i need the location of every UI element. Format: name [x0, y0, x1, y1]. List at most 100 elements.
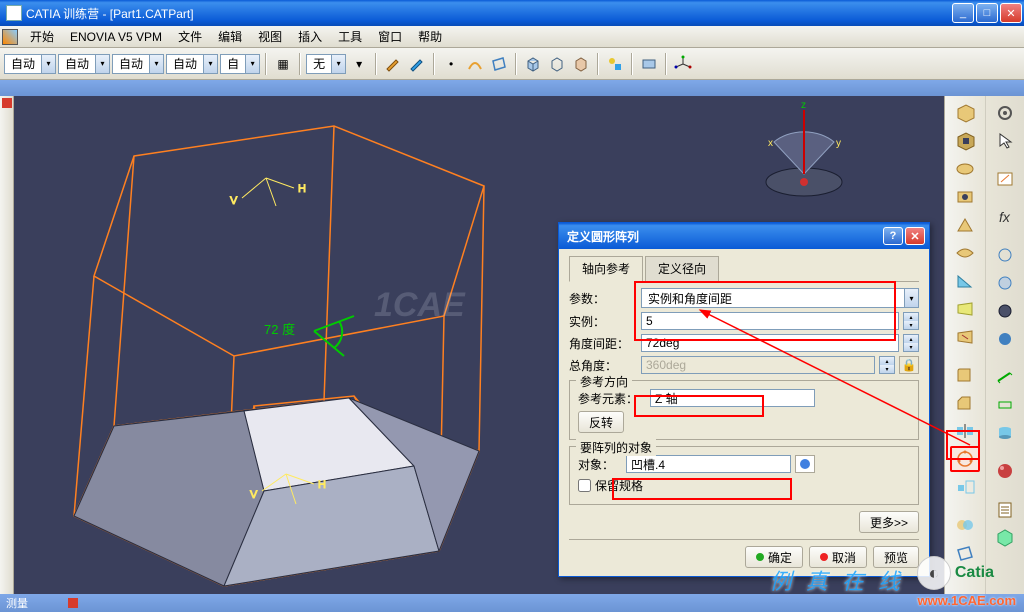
tool-hole[interactable]: [950, 184, 980, 210]
app-icon: [6, 5, 22, 21]
tool-multisection[interactable]: [950, 296, 980, 322]
box1-icon[interactable]: [522, 53, 544, 75]
combo-auto-1[interactable]: 自动▾: [4, 54, 56, 74]
instance-spinner[interactable]: ▴▾: [903, 312, 919, 330]
total-angle-label: 总角度：: [569, 357, 637, 374]
maximize-button[interactable]: □: [976, 3, 998, 23]
window-title: CATIA 训练营 - [Part1.CATPart]: [26, 5, 952, 22]
tool-select[interactable]: [990, 128, 1020, 154]
menu-start[interactable]: 开始: [22, 26, 62, 47]
keep-spec-checkbox[interactable]: [578, 479, 591, 492]
ref-elem-input[interactable]: [650, 389, 815, 407]
box2-icon[interactable]: [546, 53, 568, 75]
tool-gear[interactable]: [990, 100, 1020, 126]
menu-view[interactable]: 视图: [250, 26, 290, 47]
angle-spinner[interactable]: ▴▾: [903, 334, 919, 352]
total-angle-spinner: ▴▾: [879, 356, 895, 374]
mdi-spacer: [0, 80, 1024, 96]
window-titlebar: CATIA 训练营 - [Part1.CATPart] _ □ ✕: [0, 0, 1024, 26]
menu-help[interactable]: 帮助: [410, 26, 450, 47]
box3-icon[interactable]: [570, 53, 592, 75]
tab-radial-def[interactable]: 定义径向: [645, 256, 719, 282]
toolbar-dropdown-icon[interactable]: ▾: [348, 53, 370, 75]
svg-text:V: V: [250, 489, 258, 501]
menu-window[interactable]: 窗口: [370, 26, 410, 47]
tool-wireframe-view[interactable]: [990, 242, 1020, 268]
tool-material-view[interactable]: [990, 326, 1020, 352]
axis-sys-icon[interactable]: [672, 53, 694, 75]
tool-measure2[interactable]: [990, 392, 1020, 418]
tool-mirror[interactable]: [950, 418, 980, 444]
paint-icon[interactable]: [406, 53, 428, 75]
tool-box-green[interactable]: [990, 524, 1020, 550]
tool-hlr-view[interactable]: [990, 270, 1020, 296]
tool-cylinder[interactable]: [990, 420, 1020, 446]
tool-shaded-view[interactable]: [990, 298, 1020, 324]
object-picker-icon[interactable]: [795, 455, 815, 473]
circular-pattern-dialog: 定义圆形阵列 ? ✕ 轴向参考 定义径向 参数： 实例和角度间距▾ 实例： ▴▾…: [558, 222, 930, 577]
tool-pad[interactable]: [950, 100, 980, 126]
wechat-icon: ◐: [917, 556, 951, 590]
minimize-button[interactable]: _: [952, 3, 974, 23]
tab-axial-ref[interactable]: 轴向参考: [569, 256, 643, 282]
menu-tools[interactable]: 工具: [330, 26, 370, 47]
tool-catalog[interactable]: [990, 496, 1020, 522]
tool-scale[interactable]: [950, 474, 980, 500]
tool-fillet[interactable]: [950, 362, 980, 388]
tool-pocket[interactable]: [950, 128, 980, 154]
angle-label: 角度间距：: [569, 335, 637, 352]
rail-marker[interactable]: [2, 98, 12, 108]
svg-text:H: H: [298, 183, 306, 195]
ref-direction-group: 参考方向 参考元素： 反转: [569, 380, 919, 440]
status-marker[interactable]: [68, 598, 78, 608]
total-angle-lock-icon[interactable]: 🔒: [899, 356, 919, 374]
tool-shaft[interactable]: [950, 156, 980, 182]
tool-slot[interactable]: [950, 240, 980, 266]
tool-rib[interactable]: [950, 212, 980, 238]
tool-apply-material[interactable]: [990, 458, 1020, 484]
tool-stiffener[interactable]: [950, 268, 980, 294]
reverse-button[interactable]: 反转: [578, 411, 624, 433]
doc-icon: [2, 29, 18, 45]
dialog-help-button[interactable]: ?: [883, 227, 903, 245]
menu-edit[interactable]: 编辑: [210, 26, 250, 47]
svg-text:V: V: [230, 195, 238, 207]
tool-measure[interactable]: [990, 364, 1020, 390]
dialog-close-button[interactable]: ✕: [905, 227, 925, 245]
tool-boolean[interactable]: [950, 512, 980, 538]
compass[interactable]: z x y: [744, 102, 864, 202]
angle-input[interactable]: [641, 334, 899, 352]
tool-chamfer[interactable]: [950, 390, 980, 416]
dot-icon[interactable]: •: [440, 53, 462, 75]
plane-icon[interactable]: [488, 53, 510, 75]
status-bar: 测量: [0, 594, 1024, 612]
close-button[interactable]: ✕: [1000, 3, 1022, 23]
tool-removed-multi[interactable]: [950, 324, 980, 350]
brush-icon[interactable]: [382, 53, 404, 75]
menu-file[interactable]: 文件: [170, 26, 210, 47]
dialog-title: 定义圆形阵列: [563, 228, 881, 245]
tool-formula[interactable]: fx: [990, 204, 1020, 230]
instance-input[interactable]: [641, 312, 899, 330]
tool-circular-pattern[interactable]: [950, 446, 980, 472]
curve-icon[interactable]: [464, 53, 486, 75]
object-input[interactable]: [626, 455, 791, 473]
svg-text:x: x: [768, 138, 773, 149]
part-icon[interactable]: [638, 53, 660, 75]
more-button[interactable]: 更多>>: [859, 511, 919, 533]
ref-direction-legend: 参考方向: [576, 373, 632, 390]
param-combo[interactable]: 实例和角度间距▾: [641, 288, 919, 308]
dialog-titlebar[interactable]: 定义圆形阵列 ? ✕: [559, 223, 929, 249]
combo-auto-5[interactable]: 自▾: [220, 54, 260, 74]
combo-auto-2[interactable]: 自动▾: [58, 54, 110, 74]
combo-none[interactable]: 无▾: [306, 54, 346, 74]
menu-enovia[interactable]: ENOVIA V5 VPM: [62, 28, 170, 46]
combo-auto-4[interactable]: 自动▾: [166, 54, 218, 74]
combo-auto-3[interactable]: 自动▾: [112, 54, 164, 74]
assembly-icon[interactable]: [604, 53, 626, 75]
menu-insert[interactable]: 插入: [290, 26, 330, 47]
toolbar-grid-icon[interactable]: ▦: [272, 53, 294, 75]
watermark-text: 例 真 在 线: [770, 564, 904, 596]
tool-sketch[interactable]: [990, 166, 1020, 192]
ref-elem-label: 参考元素：: [578, 390, 646, 407]
